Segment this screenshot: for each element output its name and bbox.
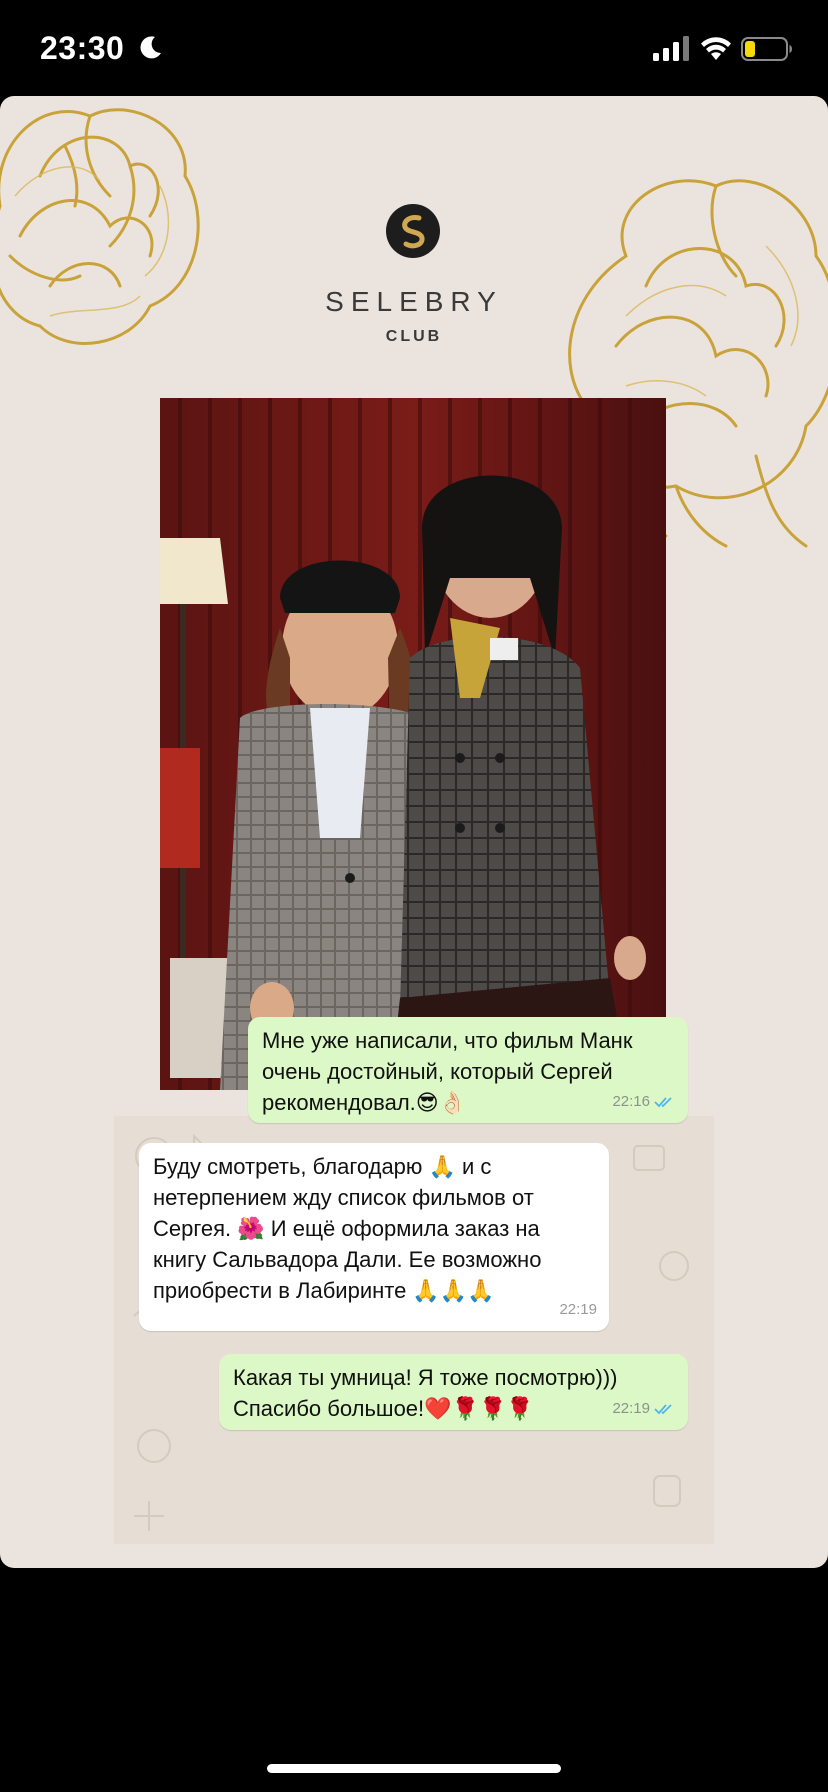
double-check-icon <box>654 1096 672 1107</box>
moon-icon <box>140 36 161 59</box>
status-time: 23:30 <box>40 30 125 66</box>
story-card[interactable]: SELEBRY CLUB Мне уже написали, что фильм… <box>0 96 828 1568</box>
chat-message-outgoing[interactable]: Мне уже написали, что фильм Манк очень д… <box>248 1017 688 1123</box>
story-photo <box>160 398 666 1090</box>
chat-message-outgoing[interactable]: Какая ты умница! Я тоже посмотрю))) Спас… <box>219 1354 688 1430</box>
battery-icon <box>741 37 792 61</box>
status-bar: 23:30 <box>0 0 828 96</box>
home-indicator[interactable] <box>267 1764 561 1773</box>
message-text: Какая ты умница! Я тоже посмотрю))) Спас… <box>233 1365 618 1421</box>
brand-logo-icon <box>386 204 440 258</box>
double-check-icon <box>654 1403 672 1414</box>
message-time: 22:19 <box>612 1400 650 1417</box>
signal-icon <box>653 36 689 61</box>
message-meta: 22:19 <box>559 1294 597 1325</box>
brand-name: SELEBRY <box>325 286 503 317</box>
brand-subtitle: CLUB <box>385 328 443 345</box>
message-text: Буду смотреть, благодарю 🙏 и с нетерпени… <box>153 1154 542 1303</box>
wifi-icon <box>701 37 731 60</box>
message-meta: 22:19 <box>612 1393 676 1424</box>
message-time: 22:16 <box>612 1093 650 1110</box>
message-time: 22:19 <box>559 1301 597 1318</box>
message-meta: 22:16 <box>612 1086 676 1117</box>
chat-message-incoming[interactable]: Буду смотреть, благодарю 🙏 и с нетерпени… <box>139 1143 609 1331</box>
